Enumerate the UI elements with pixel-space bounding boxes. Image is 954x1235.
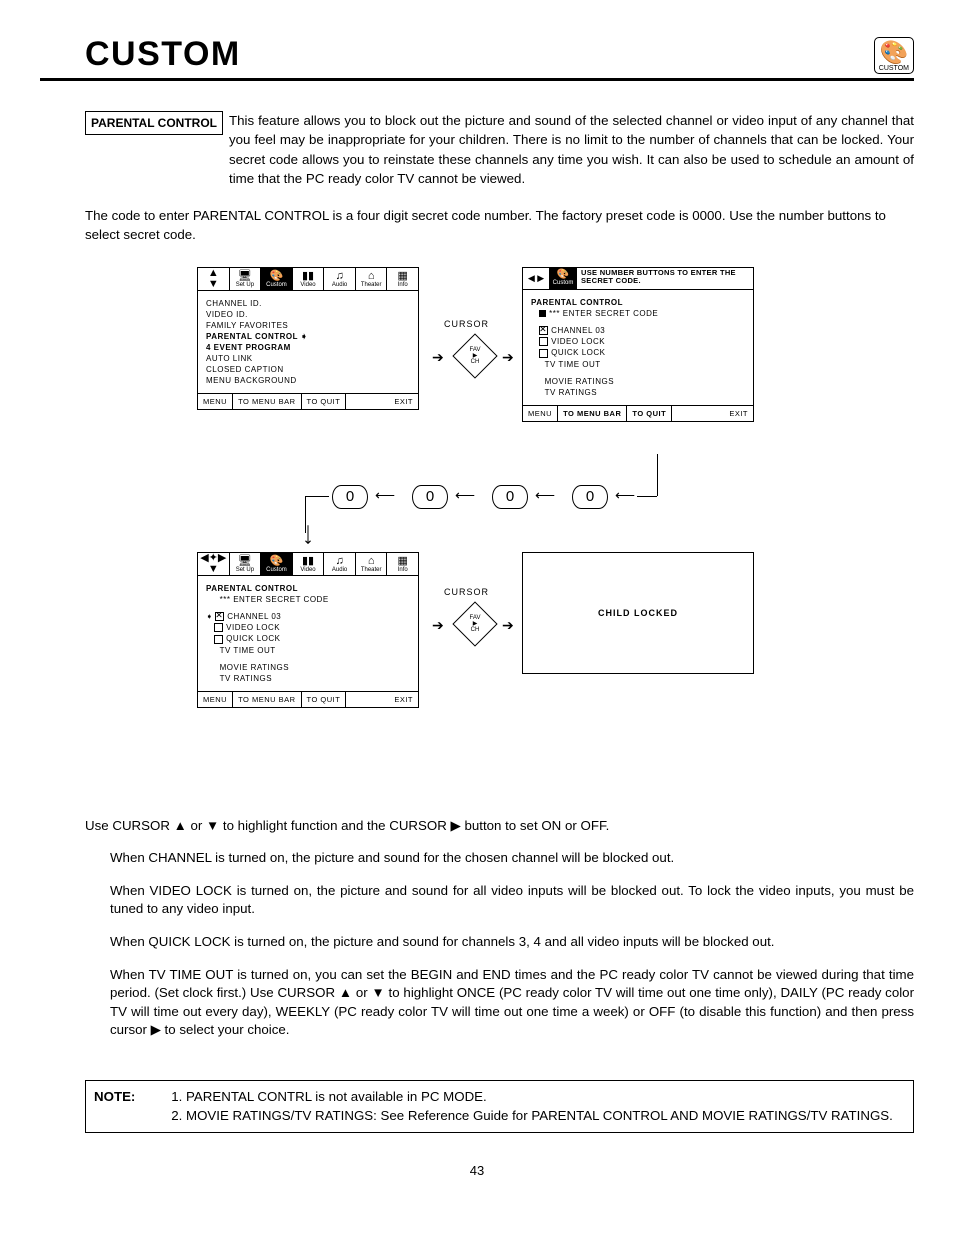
code-instruction: The code to enter PARENTAL CONTROL is a … xyxy=(85,206,914,245)
tab-setup: 🖥Set Up xyxy=(230,268,262,290)
tab-video: ▮▮Video xyxy=(293,268,325,290)
tab-info: ▦Info xyxy=(387,268,418,290)
page-number: 43 xyxy=(40,1163,914,1178)
cursor-label-1: CURSOR xyxy=(444,319,489,329)
note-label: NOTE: xyxy=(94,1087,164,1126)
note-box: NOTE: PARENTAL CONTRL is not available i… xyxy=(85,1080,914,1133)
tab-theater: ⌂Theater xyxy=(356,268,388,290)
pc-items: PARENTAL CONTROL *** ENTER SECRET CODE C… xyxy=(523,290,753,405)
fav-button-1: FAV▶CH xyxy=(452,333,497,378)
para-channel: When CHANNEL is turned on, the picture a… xyxy=(110,849,914,868)
nav-arrows-icon: ▲▼ xyxy=(198,268,230,290)
tab-custom-sel: 🎨Custom xyxy=(550,268,577,289)
parental-control-label: PARENTAL CONTROL xyxy=(85,111,223,135)
para-quicklock: When QUICK LOCK is turned on, the pictur… xyxy=(110,933,914,952)
menu-screen-2: ◀ ▶ 🎨Custom USE NUMBER BUTTONS TO ENTER … xyxy=(522,267,754,422)
para-tvtimeout: When TV TIME OUT is turned on, you can s… xyxy=(110,966,914,1040)
code-digit-2: 0 xyxy=(412,485,448,509)
secret-code-msg: USE NUMBER BUTTONS TO ENTER THE SECRET C… xyxy=(577,268,753,289)
code-digit-3: 0 xyxy=(492,485,528,509)
tab-audio: ♫Audio xyxy=(324,268,356,290)
page-title: CUSTOM xyxy=(40,35,241,74)
para-videolock: When VIDEO LOCK is turned on, the pictur… xyxy=(110,882,914,919)
palette-icon: 🎨 xyxy=(879,41,909,64)
note-list: PARENTAL CONTRL is not available in PC M… xyxy=(164,1087,893,1126)
nav-lr-icon: ◀ ▶ xyxy=(523,268,550,289)
fav-button-2: FAV▶CH xyxy=(452,601,497,646)
menu-items: CHANNEL ID. VIDEO ID. FAMILY FAVORITES P… xyxy=(198,291,418,393)
code-digit-1: 0 xyxy=(332,485,368,509)
menu-tabs: ▲▼ 🖥Set Up 🎨Custom ▮▮Video ♫Audio ⌂Theat… xyxy=(198,268,418,291)
child-locked-screen: CHILD LOCKED xyxy=(522,552,754,674)
cursor-label-2: CURSOR xyxy=(444,587,489,597)
menu-screen-3: ◀✦▶▼ 🖥Set Up 🎨Custom ▮▮Video ♫Audio ⌂The… xyxy=(197,552,419,708)
arrow-right-icon: ➔ xyxy=(432,349,444,366)
para-cursor: Use CURSOR ▲ or ▼ to highlight function … xyxy=(85,817,914,836)
menu-screen-1: ▲▼ 🖥Set Up 🎨Custom ▮▮Video ♫Audio ⌂Theat… xyxy=(197,267,419,410)
code-digit-4: 0 xyxy=(572,485,608,509)
page-header: CUSTOM 🎨 CUSTOM xyxy=(40,35,914,81)
menu-footer: MENUTO MENU BARTO QUITEXIT xyxy=(198,393,418,409)
intro-section: PARENTAL CONTROL This feature allows you… xyxy=(85,111,914,188)
custom-icon: 🎨 CUSTOM xyxy=(874,37,914,74)
diagram: ▲▼ 🖥Set Up 🎨Custom ▮▮Video ♫Audio ⌂Theat… xyxy=(197,267,757,787)
arrow-right-icon: ➔ xyxy=(502,349,514,366)
tab-custom: 🎨Custom xyxy=(261,268,293,290)
intro-text: This feature allows you to block out the… xyxy=(229,111,914,188)
